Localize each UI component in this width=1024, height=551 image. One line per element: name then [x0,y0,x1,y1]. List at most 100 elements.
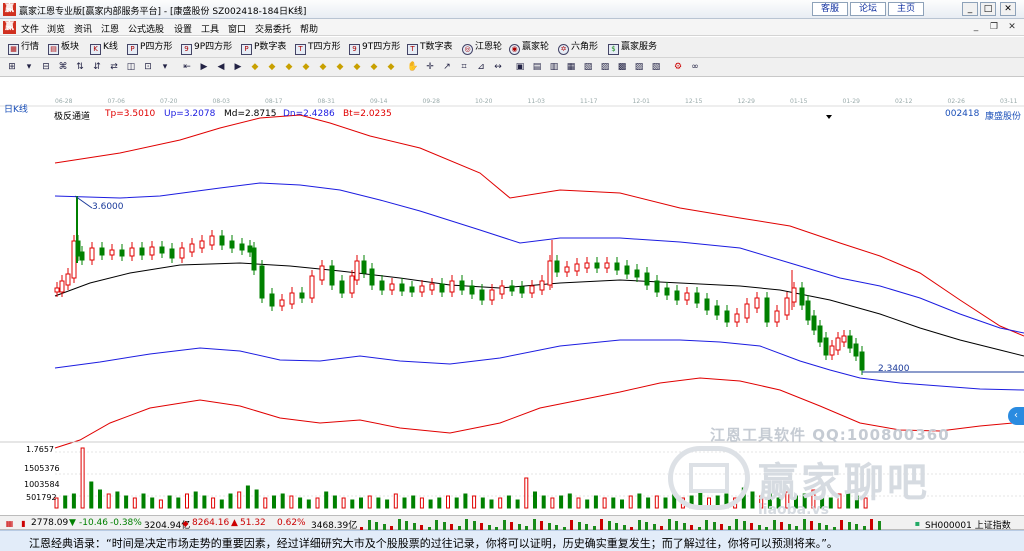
status-mini-bar [817,523,821,530]
arrow-icon[interactable]: ↗ [441,61,453,73]
toolbar-hexagon-button[interactable]: ✡ 六角形 [558,41,598,55]
volume-bar [115,491,120,509]
draw8-icon[interactable]: ◆ [368,61,380,73]
toolbar-9p-square-button[interactable]: 9 9P四方形 [181,41,232,55]
toolbar-sectors-button[interactable]: ▤ 板块 [48,41,79,55]
crosshair-icon[interactable]: ✛ [424,61,436,73]
menu-formula-screen[interactable]: 公式选股 [128,22,164,35]
indicator-dn: Dn=2.4286 [283,109,335,119]
panel-icon[interactable]: ◫ [125,61,137,73]
toolbar-service-button[interactable]: $ 赢家服务 [608,41,657,55]
maximize-button[interactable]: □ [980,2,996,16]
9t-square-icon: 9 [349,44,360,55]
tool6-icon[interactable]: ▨ [599,61,611,73]
mdi-minimize-icon[interactable]: _ [970,21,982,33]
status-mini-bar [802,519,806,530]
candle-body [574,263,580,272]
customer-service-link[interactable]: 客服 [812,2,848,16]
draw1-icon[interactable]: ◆ [249,61,261,73]
toolbar-kline-button[interactable]: K K线 [90,41,118,55]
swap-icon[interactable]: ⇄ [108,61,120,73]
homepage-link[interactable]: 主页 [888,2,924,16]
menu-settings[interactable]: 设置 [174,22,192,35]
menu-file[interactable]: 文件 [21,22,39,35]
forward-icon[interactable]: ▶ [232,61,244,73]
dropdown-arrow-icon[interactable] [826,115,832,119]
range-icon[interactable]: ↔ [492,61,504,73]
draw6-icon[interactable]: ◆ [334,61,346,73]
side-panel-toggle-icon[interactable]: ‹ [1008,407,1024,425]
close-button[interactable]: ✕ [1000,2,1016,16]
status-mini-bar [367,520,371,530]
sort-down-icon[interactable]: ⇵ [91,61,103,73]
draw4-icon[interactable]: ◆ [300,61,312,73]
tool8-icon[interactable]: ▨ [633,61,645,73]
candle-body [714,305,720,316]
stock-code: 002418 [945,109,980,119]
mdi-restore-icon[interactable]: ❐ [988,21,1000,33]
candle-body [764,297,770,323]
split-icon[interactable]: ⊟ [40,61,52,73]
triangle-icon[interactable]: ⊿ [475,61,487,73]
tool5-icon[interactable]: ▧ [582,61,594,73]
chart-area[interactable]: 06-28 07-06 07-20 08-03 08-17 08-31 09-14 09-28… [0,78,1024,518]
drawing-toolbar: ⊞ ▾ ⊟ ⌘ ⇅ ⇵ ⇄ ◫ ⊡ ▾ ⇤ ▶ ◀ ▶ ◆ ◆ ◆ ◆ ◆ ◆ ◆ ◆ ◆ ✋ ✛ ↗ ⌗ ⊿ ↔ ▣ ▤ ▥ ▦ ▧ ▨ ▩ ▨ ▧ ⚙ ∞ [0,58,1024,77]
toolbar-t-table-button[interactable]: T T数字表 [407,41,453,55]
toolbar-p-table-button[interactable]: P P数字表 [241,41,286,55]
indicator-up: Up=3.2078 [164,109,216,119]
candle-body [805,300,811,321]
draw9-icon[interactable]: ◆ [385,61,397,73]
toolbar-gann-wheel-button[interactable]: ◎ 江恩轮 [462,41,502,55]
grid-icon: ▦ [8,44,19,55]
toolbar-p-square-button[interactable]: P P四方形 [127,41,172,55]
link-icon[interactable]: ⌘ [57,61,69,73]
tool3-icon[interactable]: ▥ [548,61,560,73]
menu-browse[interactable]: 浏览 [47,22,65,35]
toolbar-9t-square-button[interactable]: 9 9T四方形 [349,41,400,55]
tool9-icon[interactable]: ▧ [650,61,662,73]
menu-tools[interactable]: 工具 [201,22,219,35]
draw2-icon[interactable]: ◆ [266,61,278,73]
toolbar-t-square-button[interactable]: T T四方形 [295,41,341,55]
layout-icon[interactable]: ⊞ [6,61,18,73]
menu-window[interactable]: 窗口 [228,22,246,35]
tool2-icon[interactable]: ▤ [531,61,543,73]
minimize-button[interactable]: _ [962,2,978,16]
draw3-icon[interactable]: ◆ [283,61,295,73]
dropdown-icon[interactable]: ▾ [23,61,35,73]
candle-body [129,247,135,257]
first-icon[interactable]: ⇤ [181,61,193,73]
hand-icon[interactable]: ✋ [407,61,419,73]
candle-body [299,292,305,299]
candle-body [564,266,570,273]
tool4-icon[interactable]: ▦ [565,61,577,73]
dropdown2-icon[interactable]: ▾ [159,61,171,73]
market-icon[interactable]: ▦ [4,518,15,529]
play-icon[interactable]: ▶ [198,61,210,73]
toolbar-winner-wheel-button[interactable]: ◉ 赢家轮 [509,41,549,55]
sort-up-icon[interactable]: ⇅ [74,61,86,73]
box-icon[interactable]: ⊡ [142,61,154,73]
window-title: 赢家江恩专业版[赢家内部服务平台] - [康盛股份 SZ002418-184日K… [19,7,307,17]
toolbar-quotes-button[interactable]: ▦ 行情 [8,41,39,55]
draw5-icon[interactable]: ◆ [317,61,329,73]
menu-gann[interactable]: 江恩 [101,22,119,35]
draw7-icon[interactable]: ◆ [351,61,363,73]
volume-bar [463,493,468,509]
menu-trade[interactable]: 交易委托 [255,22,291,35]
menu-help[interactable]: 帮助 [300,22,318,35]
grid-icon[interactable]: ⌗ [458,61,470,73]
volume-bar [385,499,390,509]
status-mini-bar [870,519,873,530]
back-icon[interactable]: ◀ [215,61,227,73]
forum-link[interactable]: 论坛 [850,2,886,16]
menu-news[interactable]: 资讯 [74,22,92,35]
candle-body [654,280,660,293]
candle-body [259,265,265,299]
mdi-close-icon[interactable]: ✕ [1006,21,1018,33]
infinity-icon[interactable]: ∞ [689,61,701,73]
tool1-icon[interactable]: ▣ [514,61,526,73]
status-bar: ▦ ▮ 2778.09 ▼ -10.46 -0.38% 3204.94亿 ◆ 8… [0,515,1024,531]
tool7-icon[interactable]: ▩ [616,61,628,73]
settings-icon[interactable]: ⚙ [672,61,684,73]
